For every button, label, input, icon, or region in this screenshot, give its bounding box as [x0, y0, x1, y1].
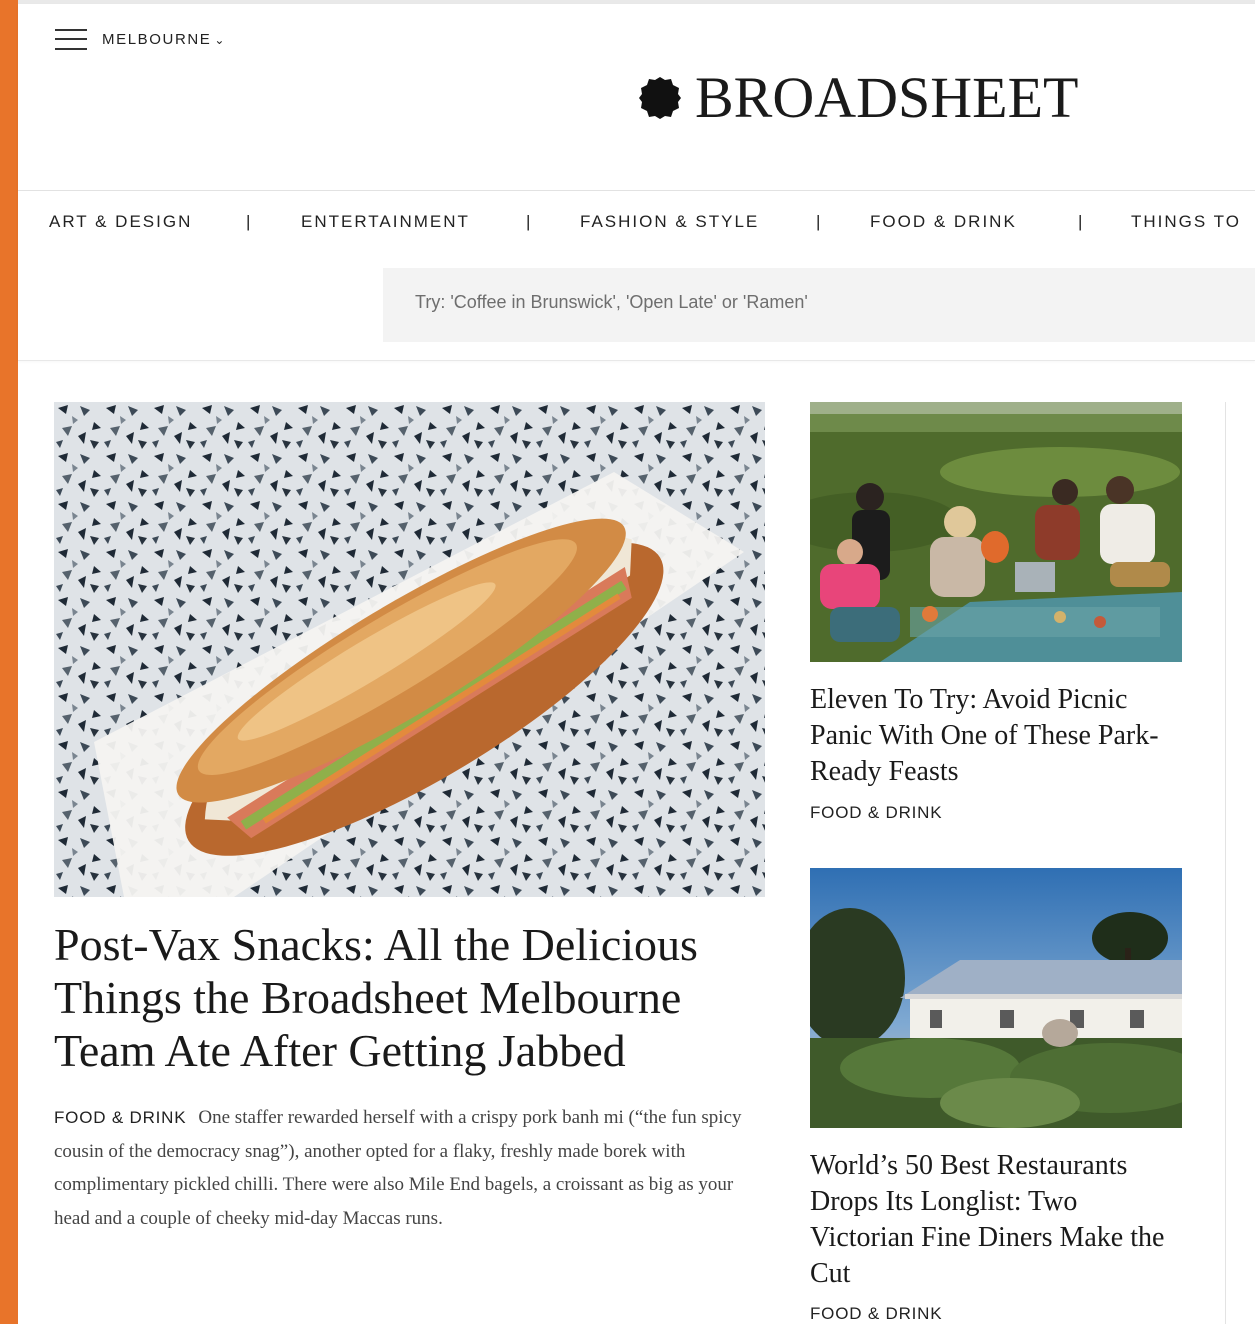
logo-seal-icon — [639, 77, 681, 119]
column-divider — [1225, 402, 1226, 1324]
card-image-picnic[interactable] — [810, 402, 1182, 662]
card-category-restaurant[interactable]: FOOD & DRINK — [810, 1304, 942, 1324]
nav-item-food-drink[interactable]: FOOD & DRINK — [870, 212, 1017, 232]
left-accent-bar — [0, 0, 18, 1324]
nav-item-things-to-do[interactable]: THINGS TO — [1131, 212, 1241, 232]
feature-image-banh-mi[interactable] — [54, 402, 765, 897]
card-title-restaurant[interactable]: World’s 50 Best Restaurants Drops Its Lo… — [810, 1148, 1182, 1292]
card-image-restaurant[interactable] — [810, 868, 1182, 1128]
city-label: MELBOURNE — [102, 31, 212, 48]
feature-title[interactable]: Post-Vax Snacks: All the Delicious Thing… — [54, 918, 754, 1077]
search-input[interactable] — [415, 292, 1195, 313]
card-category-picnic[interactable]: FOOD & DRINK — [810, 803, 942, 823]
nav-item-art-design[interactable]: ART & DESIGN — [49, 212, 192, 232]
nav-divider — [18, 190, 1255, 191]
logo-wordmark: BROADSHEET — [695, 65, 1079, 130]
nav-item-entertainment[interactable]: ENTERTAINMENT — [301, 212, 470, 232]
nav-separator: | — [526, 212, 533, 231]
site-header: MELBOURNE ⌄ BROADSHEET ART & DESIGN | ENT… — [18, 4, 1255, 361]
feature-category[interactable]: FOOD & DRINK — [54, 1108, 186, 1127]
hamburger-icon[interactable] — [55, 25, 87, 53]
chevron-down-icon: ⌄ — [214, 33, 227, 47]
nav-separator: | — [816, 212, 823, 231]
card-title-picnic[interactable]: Eleven To Try: Avoid Picnic Panic With O… — [810, 682, 1182, 790]
city-selector[interactable]: MELBOURNE ⌄ — [102, 31, 226, 48]
search-bar — [383, 268, 1255, 342]
nav-separator: | — [1078, 212, 1085, 231]
feature-excerpt-block: FOOD & DRINK One staffer rewarded herself… — [54, 1101, 759, 1235]
nav-item-fashion-style[interactable]: FASHION & STYLE — [580, 212, 759, 232]
nav-separator: | — [246, 212, 253, 231]
